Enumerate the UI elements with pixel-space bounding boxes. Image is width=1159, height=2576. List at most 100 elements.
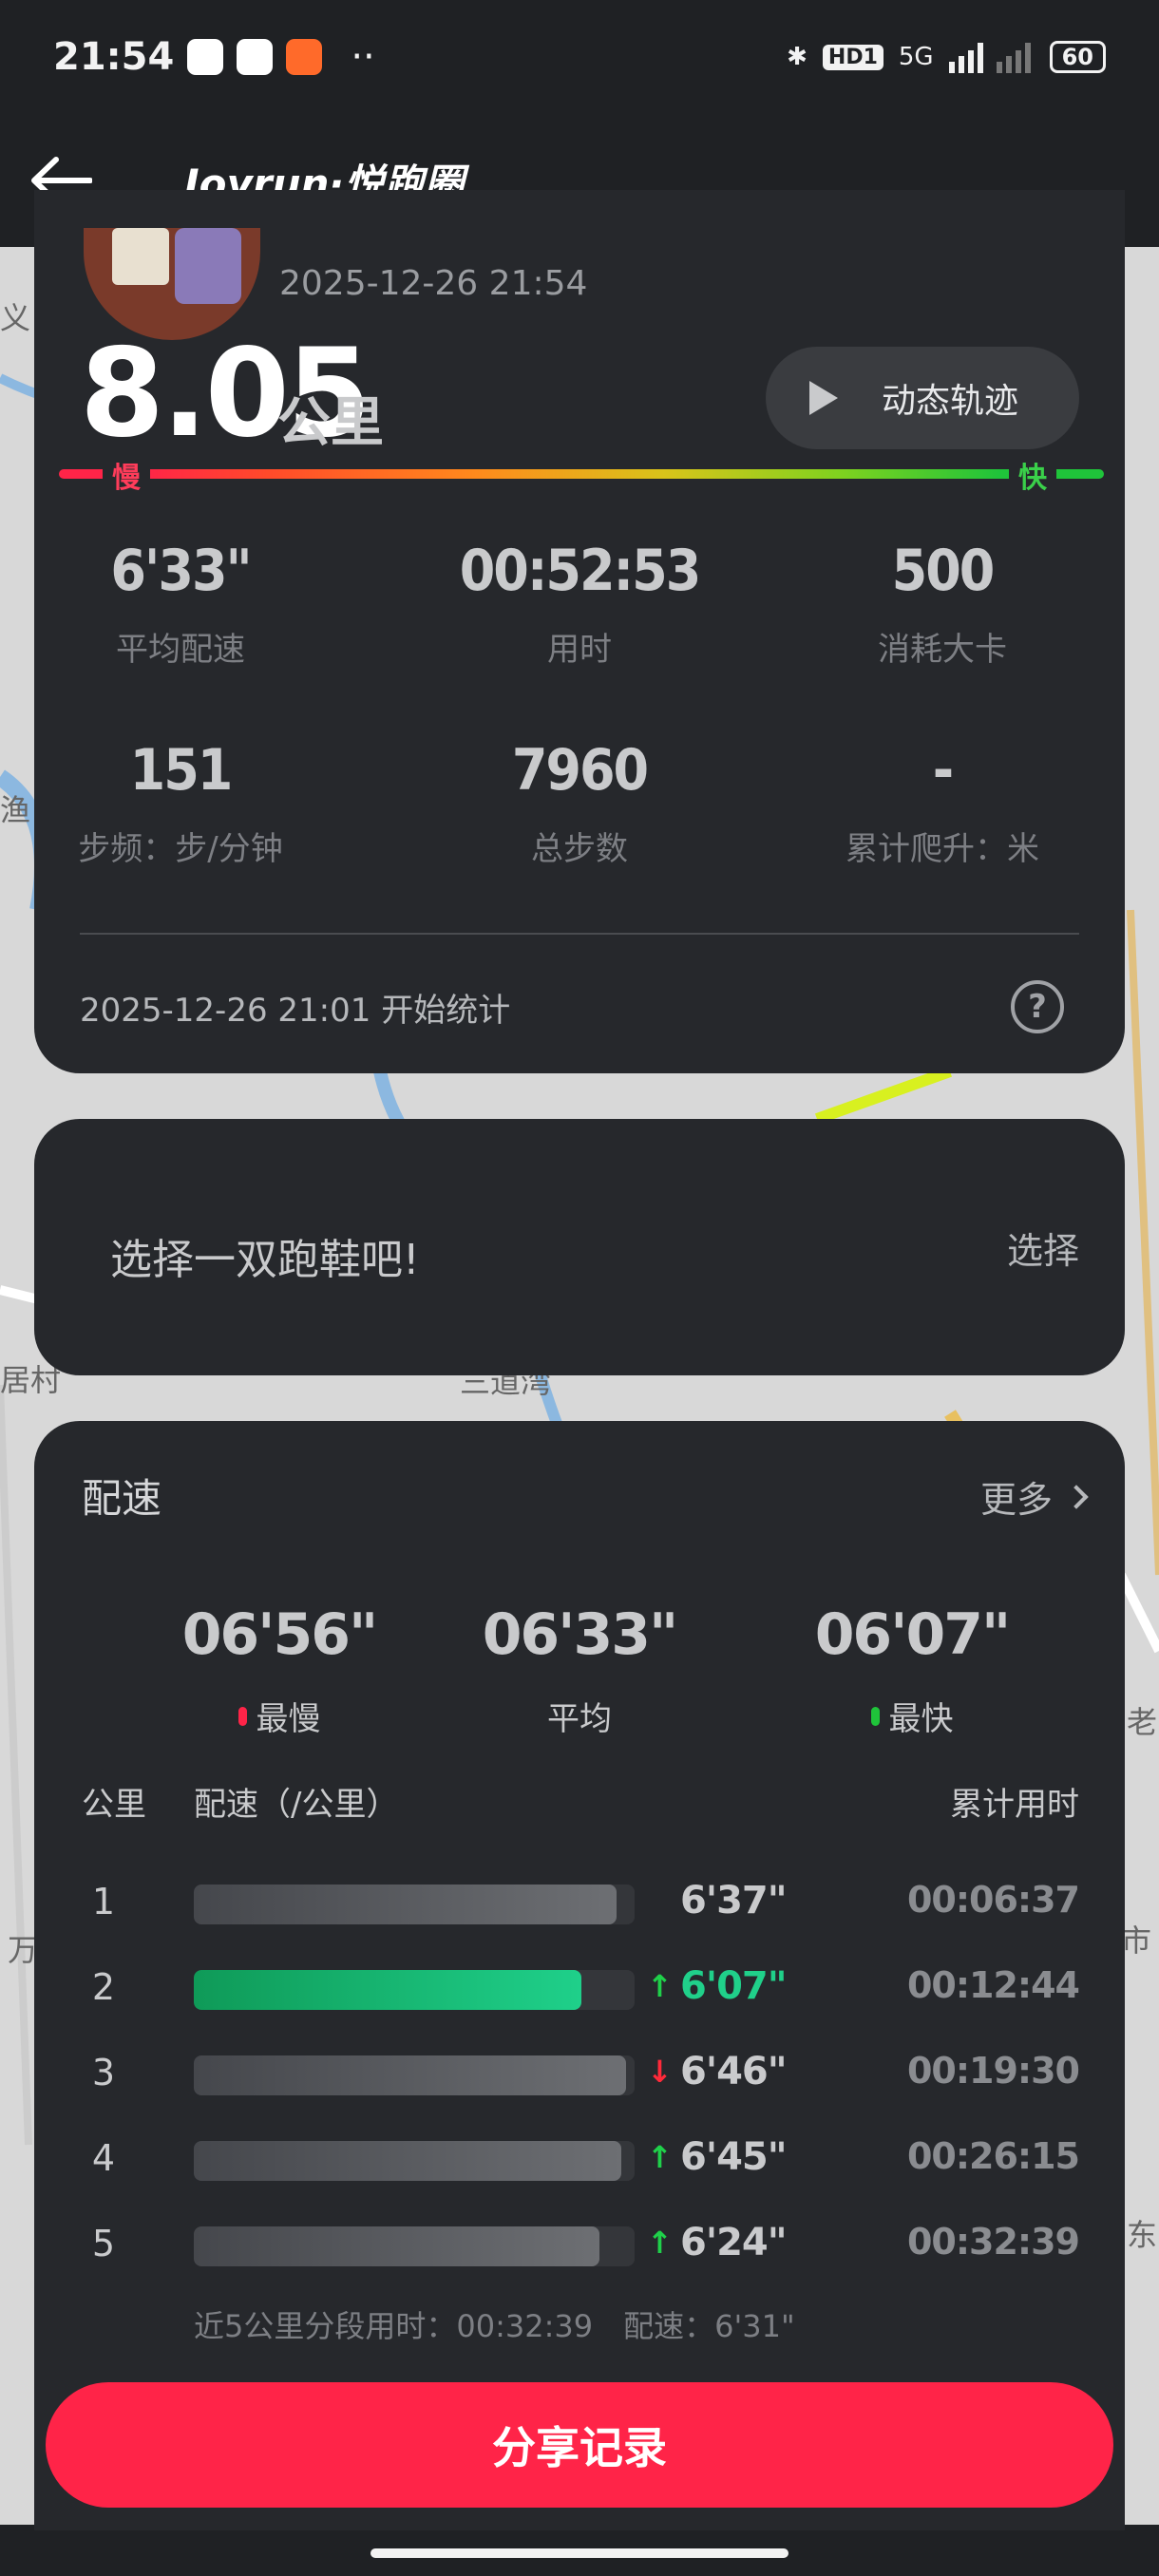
split-pace: 6'24": [680, 2221, 788, 2264]
play-icon: [809, 381, 838, 415]
split-pace: 6'37": [680, 1879, 788, 1923]
pace-summary-label: 最快: [888, 1700, 954, 1738]
stat-avg-pace: 6'33" 平均配速: [0, 538, 361, 670]
pace-title: 配速: [82, 1475, 162, 1522]
stat-value: -: [932, 737, 954, 804]
split-pace-bar: [194, 2055, 635, 2095]
column-pace: 配速（/公里）: [194, 1786, 399, 1824]
stat-value: 151: [129, 737, 234, 804]
fast-label: 快: [1009, 454, 1056, 496]
more-label: 更多: [979, 1479, 1053, 1521]
home-indicator[interactable]: [370, 2548, 788, 2558]
slow-dot-icon: [238, 1706, 247, 1726]
app-notification-icon: [187, 39, 224, 75]
split-pace-bar-fill: [194, 1970, 582, 2010]
bluetooth-icon: ✱: [787, 43, 808, 71]
map-label: 东: [1127, 2217, 1158, 2253]
arrow-up-icon: ↑: [647, 2225, 673, 2261]
stat-value: 500: [891, 538, 996, 604]
stat-label: 平均配速: [116, 631, 245, 669]
status-time: 21:54: [53, 35, 175, 79]
column-km: 公里: [82, 1786, 146, 1824]
split-pace-bar-fill: [194, 2055, 626, 2095]
column-cumulative: 累计用时: [950, 1786, 1079, 1824]
stat-label: 累计爬升：米: [846, 830, 1039, 868]
split-cumulative-time: 00:32:39: [906, 2221, 1080, 2263]
stat-elevation: - 累计爬升：米: [762, 737, 1123, 869]
app-notification-icon: [286, 39, 323, 75]
pace-summary-value: 06'56": [181, 1601, 379, 1668]
slow-label: 慢: [103, 454, 150, 496]
chevron-right-icon: [1064, 1484, 1089, 1509]
split-km: 2: [91, 1966, 116, 2008]
pace-summary-label: 最慢: [256, 1700, 321, 1738]
pace-slowest: 06'56" 最慢: [137, 1601, 422, 1739]
split-cumulative-time: 00:12:44: [906, 1964, 1080, 2006]
stat-value: 7960: [511, 737, 649, 804]
pace-average: 06'33" 平均: [437, 1601, 722, 1739]
shoe-prompt: 选择一双跑鞋吧!: [110, 1236, 420, 1284]
stat-value: 6'33": [110, 538, 252, 604]
stat-calories: 500 消耗大卡: [762, 538, 1123, 670]
split-pace-bar: [194, 1885, 635, 1924]
start-time-text: 2025-12-26 21:01 开始统计: [80, 992, 511, 1030]
pace-fastest: 06'07" 最快: [770, 1601, 1054, 1739]
network-label: 5G: [898, 43, 934, 71]
hd-badge: HD1: [822, 44, 884, 70]
stat-label: 用时: [547, 631, 612, 669]
status-bar: 21:54 ·· ✱ HD1 5G 60: [0, 0, 1159, 114]
split-pace-bar-fill: [194, 2141, 622, 2181]
distance-unit: 公里: [277, 392, 384, 454]
split-pace: 6'45": [680, 2135, 788, 2179]
split-km: 5: [91, 2223, 116, 2264]
divider: [80, 933, 1079, 935]
dynamic-track-button[interactable]: 动态轨迹: [766, 347, 1079, 449]
split-cumulative-time: 00:06:37: [906, 1879, 1080, 1921]
split-row: 1 6'37" 00:06:37: [34, 1875, 1125, 1932]
pace-summary-value: 06'07": [814, 1601, 1012, 1668]
stat-total-steps: 7960 总步数: [399, 737, 760, 869]
help-icon[interactable]: ?: [1011, 980, 1064, 1033]
split-km: 4: [91, 2137, 116, 2179]
arrow-up-icon: ↑: [647, 2139, 673, 2175]
arrow-up-icon: ↑: [647, 1968, 673, 2004]
split-pace-bar-fill: [194, 1885, 618, 1924]
split-pace-bar-fill: [194, 2226, 599, 2266]
pace-summary-label: 平均: [547, 1700, 612, 1738]
split-row: 2 ↑ 6'07" 00:12:44: [34, 1960, 1125, 2017]
select-shoe-button[interactable]: 选择: [1007, 1222, 1079, 1274]
map-label: 市: [1121, 1923, 1152, 1959]
last5-summary: 近5公里分段用时：00:32:39 配速：6'31": [194, 2308, 795, 2344]
shoe-select-card[interactable]: 选择一双跑鞋吧! 选择: [34, 1119, 1125, 1375]
stat-duration: 00:52:53 用时: [399, 538, 760, 670]
split-row: 5 ↑ 6'24" 00:32:39: [34, 2217, 1125, 2274]
split-row: 4 ↑ 6'45" 00:26:15: [34, 2131, 1125, 2188]
split-pace: 6'46": [680, 2050, 788, 2093]
map-label: 义: [0, 300, 31, 336]
split-pace: 6'07": [680, 1964, 788, 2008]
split-row: 3 ↓ 6'46" 00:19:30: [34, 2046, 1125, 2103]
split-cumulative-time: 00:19:30: [906, 2050, 1080, 2092]
speed-gradient-bar: [59, 469, 1104, 479]
dynamic-track-label: 动态轨迹: [882, 382, 1019, 421]
more-notifications-icon: ··: [351, 35, 375, 79]
stat-label: 步频：步/分钟: [78, 830, 283, 868]
split-km: 3: [91, 2052, 116, 2093]
run-date: 2025-12-26 21:54: [279, 264, 588, 303]
split-km: 1: [91, 1881, 116, 1923]
run-summary-card: 2025-12-26 21:54 8.05 公里 动态轨迹 慢 快 6'33" …: [34, 190, 1125, 1073]
split-cumulative-time: 00:26:15: [906, 2135, 1080, 2177]
arrow-down-icon: ↓: [647, 2054, 673, 2090]
signal-icon: [948, 43, 1031, 73]
pace-more-button[interactable]: 更多: [979, 1470, 1089, 1523]
stat-cadence: 151 步频：步/分钟: [0, 737, 361, 869]
split-pace-bar: [194, 2226, 635, 2266]
split-pace-bar: [194, 2141, 635, 2181]
pace-summary-value: 06'33": [482, 1601, 679, 1668]
battery-indicator: 60: [1049, 41, 1106, 73]
split-pace-bar: [194, 1970, 635, 2010]
map-label: 老: [1127, 1704, 1158, 1740]
stat-value: 00:52:53: [459, 538, 702, 604]
share-record-button[interactable]: 分享记录: [46, 2382, 1113, 2508]
fast-dot-icon: [870, 1706, 880, 1726]
